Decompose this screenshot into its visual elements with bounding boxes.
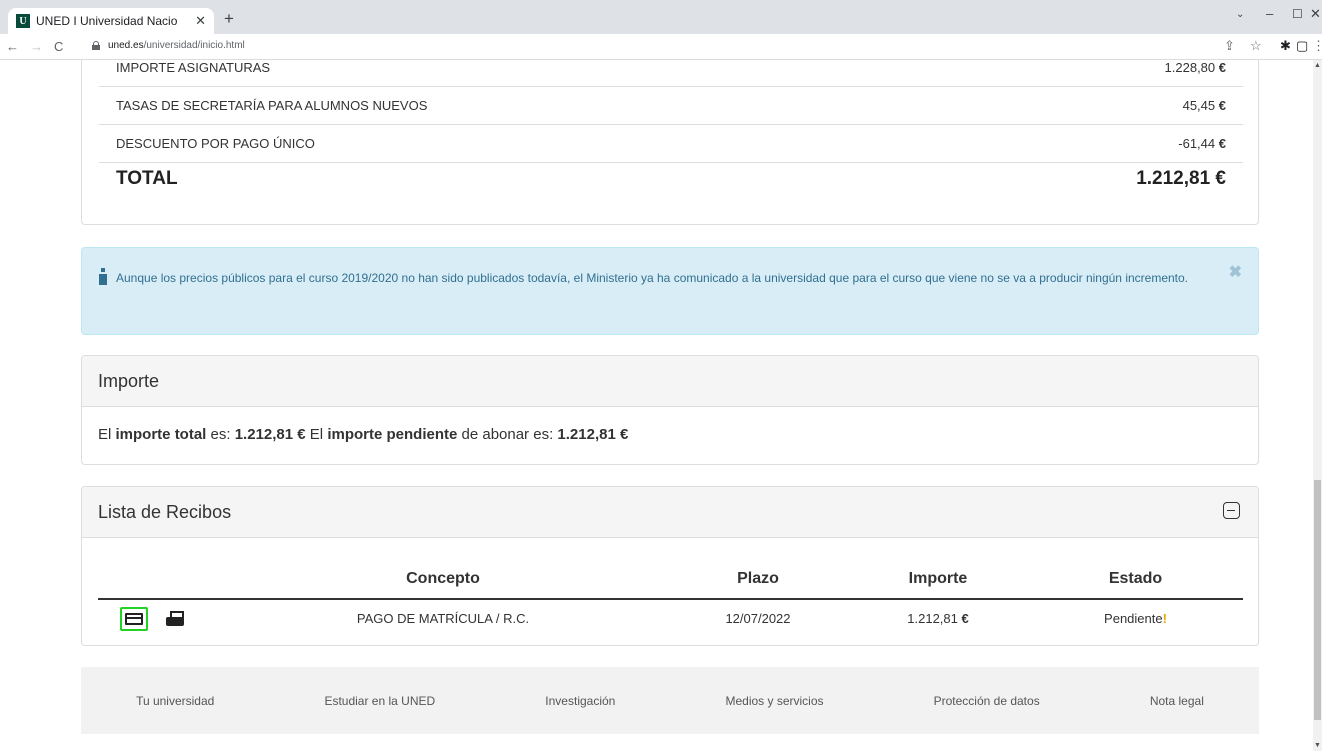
url-path: /universidad/inicio.html [143,40,245,51]
summary-row: IMPORTE ASIGNATURAS 1.228,80 € [99,60,1243,87]
print-icon[interactable] [166,610,184,627]
bookmark-star-icon[interactable]: ☆ [1250,38,1262,54]
back-icon[interactable]: ← [6,39,19,54]
collapse-panel-button[interactable] [1223,502,1240,519]
pay-card-icon[interactable] [120,606,148,631]
total-label: TOTAL [116,168,178,189]
column-header-importe: Importe [848,559,1028,600]
importe-heading: Importe [82,356,1258,407]
lock-icon [92,41,100,50]
cost-summary-panel: IMPORTE ASIGNATURAS 1.228,80 € TASAS DE … [81,60,1259,225]
recibos-panel: Lista de Recibos Concepto Plazo Importe … [81,486,1259,646]
tab-search-icon[interactable]: ⌄ [1236,9,1244,20]
tab-close-icon[interactable]: ✕ [195,13,206,29]
recibos-heading: Lista de Recibos [82,487,1258,538]
warning-icon: ! [1162,611,1167,626]
scroll-up-icon[interactable]: ▲ [1313,62,1322,69]
footer-link-tu-universidad[interactable]: Tu universidad [136,694,214,708]
row-concepto: PAGO DE MATRÍCULA / R.C. [356,611,530,626]
summary-row-label: IMPORTE ASIGNATURAS [116,60,271,75]
summary-row-value: 45,45 € [1182,98,1226,113]
importe-panel: Importe El importe total es: 1.212,81 € … [81,355,1259,465]
column-header-plazo: Plazo [668,559,848,600]
summary-row-value: 1.228,80 € [1164,60,1226,75]
sidepanel-icon[interactable]: ▢ [1296,38,1308,54]
scroll-thumb[interactable] [1314,480,1321,720]
summary-row-label: TASAS DE SECRETARÍA PARA ALUMNOS NUEVOS [116,98,428,113]
footer-link-proteccion-datos[interactable]: Protección de datos [934,694,1040,708]
tab-title: UNED I Universidad Nacio [36,14,178,28]
summary-row: DESCUENTO POR PAGO ÚNICO -61,44 € [99,125,1243,163]
importe-summary-text: El importe total es: 1.212,81 € El impor… [98,426,629,443]
summary-row-value: -61,44 € [1178,136,1226,151]
row-estado: Pendiente! [1104,611,1167,626]
extensions-icon[interactable]: ✱ [1280,38,1291,54]
browser-tab-bar: U UNED I Universidad Nacio ✕ + ⌄ – ☐ ✕ [0,0,1322,34]
row-importe: 1.212,81 € [907,611,969,626]
alert-text: Aunque los precios públicos para el curs… [116,271,1189,285]
footer-link-nota-legal[interactable]: Nota legal [1150,694,1204,708]
footer: Tu universidad Estudiar en la UNED Inves… [81,667,1259,734]
row-plazo: 12/07/2022 [725,611,791,626]
forward-icon[interactable]: → [30,39,43,54]
column-header-estado: Estado [1028,559,1243,600]
browser-tab[interactable]: U UNED I Universidad Nacio ✕ [8,8,214,34]
share-icon[interactable]: ⇪ [1224,38,1235,54]
alert-close-icon[interactable]: ✖ [1229,262,1242,283]
info-icon [98,268,108,285]
uned-favicon-icon: U [16,14,30,28]
column-header [98,559,218,600]
table-row: PAGO DE MATRÍCULA / R.C. 12/07/2022 1.21… [98,599,1243,637]
total-value: 1.212,81 € [1136,168,1226,189]
maximize-icon[interactable]: ☐ [1292,7,1303,21]
total-row: TOTAL 1.212,81 € [116,168,1226,190]
recibos-table: Concepto Plazo Importe Estado PAGO DE MA… [98,559,1243,637]
row-actions [98,599,218,637]
scroll-down-icon[interactable]: ▼ [1313,742,1322,749]
minimize-icon[interactable]: – [1266,6,1273,21]
info-alert: Aunque los precios públicos para el curs… [81,247,1259,335]
url-field[interactable]: uned.es/universidad/inicio.html [92,40,245,51]
page-content: IMPORTE ASIGNATURAS 1.228,80 € TASAS DE … [0,60,1313,751]
summary-row-label: DESCUENTO POR PAGO ÚNICO [116,136,315,151]
address-bar: ← → C uned.es/universidad/inicio.html ⇪ … [0,34,1322,60]
column-header-concepto: Concepto [218,559,668,600]
browser-menu-icon[interactable]: ⋮ [1312,38,1322,54]
reload-icon[interactable]: C [54,39,63,54]
summary-row: TASAS DE SECRETARÍA PARA ALUMNOS NUEVOS … [99,87,1243,125]
new-tab-icon[interactable]: + [224,9,234,29]
footer-link-investigacion[interactable]: Investigación [545,694,615,708]
footer-link-medios[interactable]: Medios y servicios [725,694,823,708]
footer-link-estudiar[interactable]: Estudiar en la UNED [324,694,435,708]
page-scrollbar[interactable]: ▲ ▼ [1313,60,1322,751]
recibos-title: Lista de Recibos [98,502,232,522]
window-close-icon[interactable]: ✕ [1310,6,1321,22]
url-host: uned.es [108,40,144,51]
